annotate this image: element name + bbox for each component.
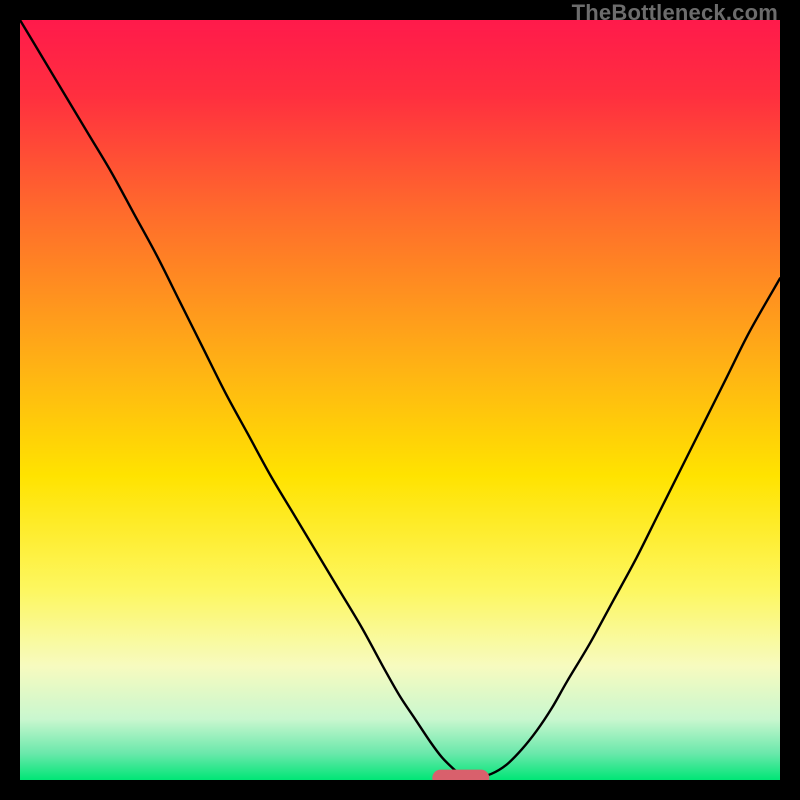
chart-plot-area — [20, 20, 780, 780]
chart-svg — [20, 20, 780, 780]
optimal-zone-marker — [432, 770, 489, 780]
chart-frame: TheBottleneck.com — [0, 0, 800, 800]
gradient-background — [20, 20, 780, 780]
